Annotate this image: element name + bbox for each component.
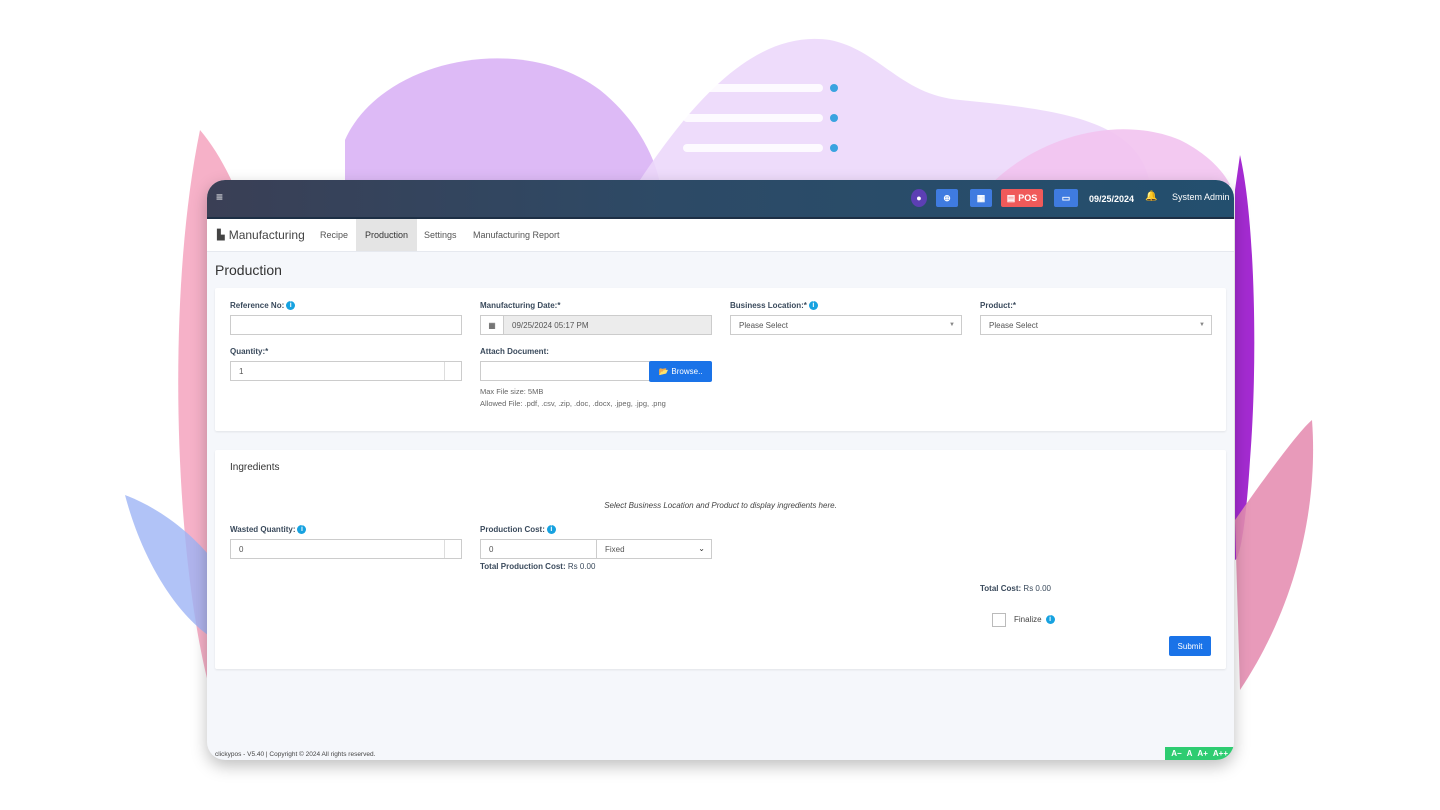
location-select[interactable]: Please Select ▼ xyxy=(730,315,962,335)
font-increase-button[interactable]: A+ xyxy=(1197,749,1207,758)
nav-recipe[interactable]: Recipe xyxy=(311,219,357,251)
ingredients-empty-message: Select Business Location and Product to … xyxy=(604,501,837,510)
font-increase-more-button[interactable]: A++ xyxy=(1213,749,1228,758)
factory-icon: ▙ xyxy=(217,229,225,241)
top-navbar: ≡ ● ⊕ ▦ ▤ POS ▭ 09/25/2024 🔔 System Admi… xyxy=(207,180,1234,219)
unit-addon xyxy=(444,540,461,558)
browse-button[interactable]: 📂 Browse.. xyxy=(649,361,712,382)
location-value: Please Select xyxy=(739,320,788,330)
ingredients-title: Ingredients xyxy=(230,462,280,473)
info-icon[interactable]: i xyxy=(546,525,556,535)
unit-addon xyxy=(444,362,461,380)
add-circle-button[interactable]: ⊕ xyxy=(936,189,958,207)
finalize-label: Finalize i xyxy=(1014,615,1055,625)
mfg-date-value: 09/25/2024 05:17 PM xyxy=(512,320,589,330)
nav-manufacturing-report[interactable]: Manufacturing Report xyxy=(464,219,569,251)
product-select[interactable]: Please Select ▼ xyxy=(980,315,1212,335)
pos-icon: ▤ xyxy=(1006,192,1016,203)
font-reset-button[interactable]: A xyxy=(1187,749,1193,758)
footer-copyright: clickypos - V5.40 | Copyright © 2024 All… xyxy=(215,751,376,758)
quantity-input[interactable]: 1 xyxy=(230,361,462,381)
info-icon[interactable]: i xyxy=(286,301,296,311)
calculator-icon[interactable]: ▦ xyxy=(970,189,992,207)
quantity-value: 1 xyxy=(239,366,244,376)
quantity-label: Quantity:* xyxy=(230,347,269,356)
product-label: Product:* xyxy=(980,301,1016,310)
attach-label: Attach Document: xyxy=(480,347,549,356)
info-icon[interactable]: i xyxy=(297,525,307,535)
total-production-cost: Total Production Cost: Rs 0.00 xyxy=(480,562,596,571)
pos-button[interactable]: ▤ POS xyxy=(1001,189,1043,207)
bell-icon[interactable]: 🔔 xyxy=(1145,191,1157,202)
chevron-down-icon: ⌄ xyxy=(698,544,705,553)
allowed-files: Allowed File: .pdf, .csv, .zip, .doc, .d… xyxy=(480,399,666,408)
info-icon[interactable]: i xyxy=(1045,615,1055,625)
ingredients-card: Ingredients Select Business Location and… xyxy=(215,450,1226,669)
cost-type-value: Fixed xyxy=(605,544,625,554)
wasted-value: 0 xyxy=(239,544,244,554)
mfg-date-label: Manufacturing Date:* xyxy=(480,301,561,310)
wasted-quantity-input[interactable]: 0 xyxy=(230,539,462,559)
menu-toggle-icon[interactable]: ≡ xyxy=(216,190,223,204)
location-label: Business Location:* i xyxy=(730,301,818,311)
chevron-down-icon: ▼ xyxy=(949,322,955,328)
product-value: Please Select xyxy=(989,320,1038,330)
calendar-icon: ▦ xyxy=(481,316,504,334)
production-cost-input[interactable]: 0 xyxy=(480,539,597,559)
user-menu[interactable]: System Admin xyxy=(1172,192,1230,202)
finalize-checkbox[interactable] xyxy=(992,613,1006,627)
wasted-label: Wasted Quantity: i xyxy=(230,525,307,535)
max-file-size: Max File size: 5MB xyxy=(480,387,544,396)
cash-register-icon[interactable]: ▭ xyxy=(1054,189,1078,207)
mfg-date-input[interactable]: ▦ 09/25/2024 05:17 PM xyxy=(480,315,712,335)
cost-type-select[interactable]: Fixed ⌄ xyxy=(596,539,712,559)
reference-label: Reference No: i xyxy=(230,301,296,311)
manufacturing-brand[interactable]: ▙ Manufacturing xyxy=(217,228,305,242)
info-icon[interactable]: i xyxy=(808,301,818,311)
font-decrease-button[interactable]: A− xyxy=(1171,749,1181,758)
page-title: Production xyxy=(215,262,282,278)
production-cost-label: Production Cost: i xyxy=(480,525,556,535)
production-form-card: Reference No: i Manufacturing Date:* ▦ 09… xyxy=(215,288,1226,431)
nav-production[interactable]: Production xyxy=(356,219,418,251)
app-window: ≡ ● ⊕ ▦ ▤ POS ▭ 09/25/2024 🔔 System Admi… xyxy=(207,180,1234,760)
folder-open-icon: 📂 xyxy=(658,367,669,376)
module-subnav: ▙ Manufacturing Recipe Production Settin… xyxy=(207,219,1234,252)
chevron-down-icon: ▼ xyxy=(1199,322,1205,328)
current-date: 09/25/2024 xyxy=(1089,194,1135,204)
play-circle-icon[interactable]: ● xyxy=(911,189,927,207)
reference-input[interactable] xyxy=(230,315,462,335)
brand-label: Manufacturing xyxy=(228,228,305,242)
submit-button[interactable]: Submit xyxy=(1169,636,1211,656)
attach-file-input[interactable] xyxy=(480,361,650,381)
pos-label: POS xyxy=(1018,193,1038,203)
total-cost: Total Cost: Rs 0.00 xyxy=(980,584,1051,593)
font-size-controls: A− A A+ A++ xyxy=(1165,747,1234,760)
nav-settings[interactable]: Settings xyxy=(415,219,466,251)
browse-label: Browse.. xyxy=(671,367,703,376)
